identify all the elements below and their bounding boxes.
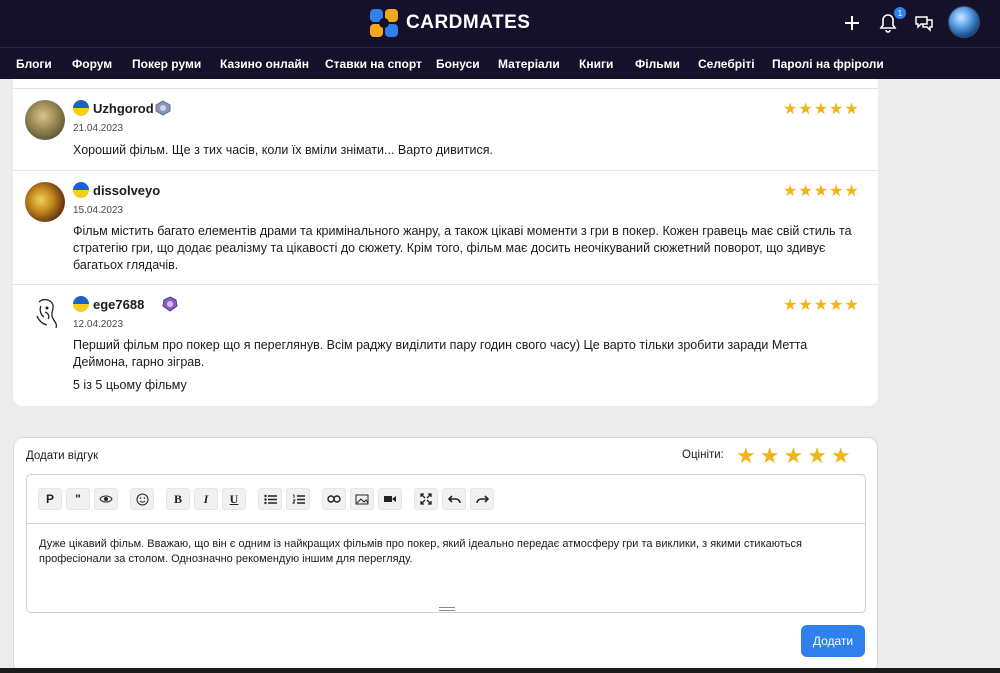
bold-button[interactable]: B — [166, 488, 190, 510]
quote-button[interactable]: " — [66, 488, 90, 510]
review-item: Uzhgorod 21.04.2023 ★★★★★ Хороший фільм.… — [13, 88, 878, 170]
cardmates-logo[interactable]: CARDMATES — [368, 7, 530, 39]
ukraine-flag-icon — [73, 296, 89, 312]
review-text: Перший фільм про покер що я переглянув. … — [73, 338, 808, 369]
bottom-edge — [0, 668, 1000, 673]
add-review-title: Додати відгук — [26, 450, 99, 462]
emoji-smile-icon[interactable] — [130, 488, 154, 510]
reviewer-avatar[interactable] — [25, 100, 65, 140]
underline-button[interactable]: U — [222, 488, 246, 510]
review-date: 12.04.2023 — [73, 319, 124, 330]
nav-item-freeroll-passwords[interactable]: Паролі на фріроли — [772, 57, 884, 71]
review-editor[interactable]: P " B I U Дуже цікавий фільм. Вважаю, що… — [26, 474, 866, 613]
fullscreen-icon[interactable] — [414, 488, 438, 510]
nav-item-bonuses[interactable]: Бонуси — [436, 57, 480, 71]
ukraine-flag-icon — [73, 100, 89, 116]
image-icon[interactable] — [350, 488, 374, 510]
user-avatar[interactable] — [948, 6, 980, 38]
top-header: CARDMATES 1 — [0, 0, 1000, 47]
bell-icon[interactable]: 1 — [876, 7, 906, 35]
nav-item-casino[interactable]: Казино онлайн — [220, 57, 309, 71]
nav-item-sports-betting[interactable]: Ставки на спорт — [325, 57, 422, 71]
review-item: ege7688 12.04.2023 ★★★★★ Перший фільм пр… — [13, 284, 878, 406]
numbered-list-icon[interactable] — [286, 488, 310, 510]
rank-badge-icon — [155, 100, 171, 116]
bullet-list-icon[interactable] — [258, 488, 282, 510]
review-extra-text: 5 із 5 цьому фільму — [73, 378, 187, 392]
italic-button[interactable]: I — [194, 488, 218, 510]
submit-review-button[interactable]: Додати — [801, 625, 865, 657]
nav-item-celebrities[interactable]: Селебріті — [698, 57, 755, 71]
editor-resize-handle[interactable] — [439, 607, 455, 611]
review-text: Хороший фільм. Ще з тих часів, коли їх в… — [73, 143, 493, 157]
chat-icon[interactable] — [912, 11, 936, 35]
reviewer-avatar[interactable] — [25, 294, 65, 334]
add-review-panel: Додати відгук Оцініти: ★★★★★ P " B I U Д… — [13, 437, 878, 673]
review-date: 15.04.2023 — [73, 205, 124, 216]
review-rating-stars: ★★★★★ — [783, 297, 860, 314]
reviewer-name[interactable]: ege7688 — [93, 297, 144, 312]
review-date: 21.04.2023 — [73, 123, 124, 134]
reviewer-name[interactable]: Uzhgorod — [93, 101, 154, 116]
reviewer-avatar[interactable] — [25, 182, 65, 222]
logo-text: CARDMATES — [406, 12, 531, 33]
ukraine-flag-icon — [73, 182, 89, 198]
plus-icon[interactable] — [840, 11, 864, 35]
video-icon[interactable] — [378, 488, 402, 510]
rank-badge-icon — [162, 296, 178, 312]
reviewer-name[interactable]: dissolveyo — [93, 183, 160, 198]
nav-item-movies[interactable]: Фільми — [635, 57, 680, 71]
nav-item-blogs[interactable]: Блоги — [16, 57, 52, 71]
preview-eye-icon[interactable] — [94, 488, 118, 510]
paragraph-button[interactable]: P — [38, 488, 62, 510]
undo-icon[interactable] — [442, 488, 466, 510]
nav-item-forum[interactable]: Форум — [72, 57, 112, 71]
review-text: Фільм містить багато елементів драми та … — [73, 224, 852, 272]
editor-toolbar: P " B I U — [27, 475, 865, 524]
redo-icon[interactable] — [470, 488, 494, 510]
review-text-input[interactable]: Дуже цікавий фільм. Вважаю, що він є одн… — [39, 537, 849, 567]
link-icon[interactable] — [322, 488, 346, 510]
logo-mark-icon — [370, 9, 398, 37]
notification-count-badge: 1 — [894, 7, 906, 19]
nav-item-materials[interactable]: Матеріали — [498, 57, 560, 71]
nav-item-poker-rooms[interactable]: Покер руми — [132, 57, 201, 71]
review-item: dissolveyo 15.04.2023 ★★★★★ Фільм містит… — [13, 170, 878, 284]
rate-label: Оцініти: — [682, 449, 724, 461]
main-nav: Блоги Форум Покер руми Казино онлайн Ста… — [0, 47, 1000, 79]
nav-item-books[interactable]: Книги — [579, 57, 613, 71]
reviews-list: Uzhgorod 21.04.2023 ★★★★★ Хороший фільм.… — [13, 79, 878, 406]
review-rating-stars: ★★★★★ — [783, 101, 860, 118]
review-rating-stars: ★★★★★ — [783, 183, 860, 200]
rating-star-selector[interactable]: ★★★★★ — [736, 443, 855, 469]
